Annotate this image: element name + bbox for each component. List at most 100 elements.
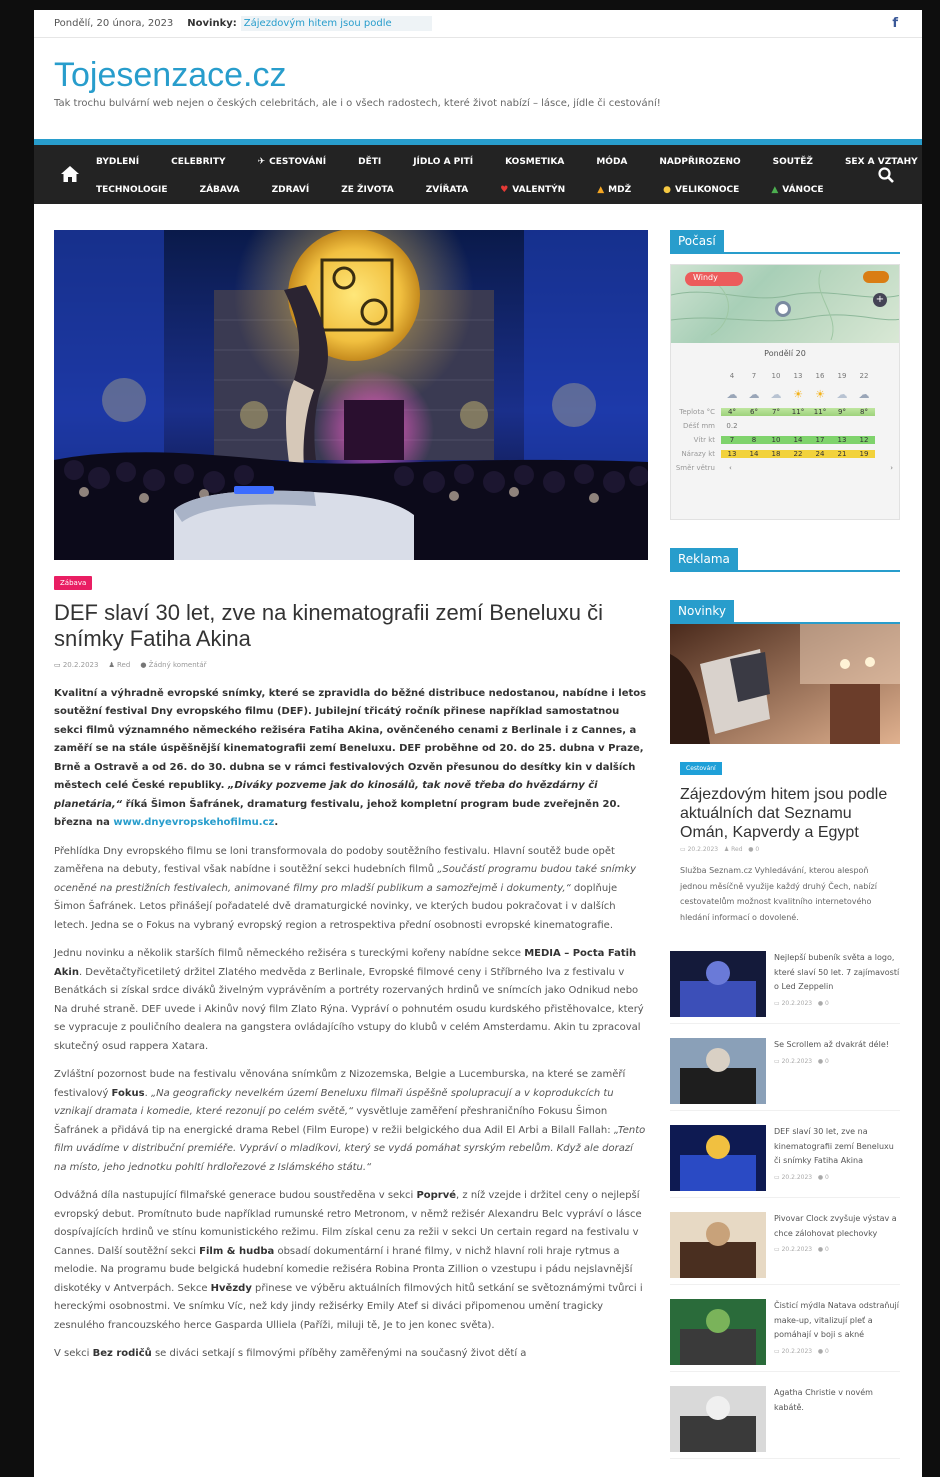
article-lead: Kvalitní a výhradně evropské snímky, kte…	[54, 687, 647, 829]
nav-item-label: ZE ŽIVOTA	[341, 185, 394, 195]
article-comments[interactable]: ● Žádný komentář	[140, 661, 206, 669]
forecast-hour: 19	[837, 372, 847, 380]
sidebar: Počasí Windy + Pondělí 20 4 7 10 13 16 19 22 ☁…	[670, 230, 900, 1473]
nav-item-nadpřirozeno[interactable]: NADPŘIROZENO	[659, 157, 756, 167]
news-item-title[interactable]: Se Scrollem až dvakrát déle!	[774, 1038, 889, 1053]
article-comments-text: Žádný komentář	[148, 660, 207, 669]
windy-logo[interactable]: Windy	[685, 272, 743, 286]
nav-row-primary: BYDLENÍ CELEBRITY ✈ CESTOVÁNÍ DĚTI JÍDLO A PI…	[96, 157, 922, 167]
news-ticker-link[interactable]: Zájezdovým hitem jsou podle	[240, 16, 432, 31]
chevron-left-icon[interactable]: ‹	[721, 464, 740, 472]
nav-item-ze-života[interactable]: ZE ŽIVOTA	[341, 185, 410, 195]
nav-item-label: BYDLENÍ	[96, 157, 140, 167]
news-list-item[interactable]: Nejlepší bubeník světa a logo, které sla…	[670, 951, 900, 1024]
facebook-icon[interactable]: f	[892, 16, 898, 31]
news-item-title[interactable]: Čisticí mýdla Natava odstraňují make-up,…	[774, 1299, 900, 1343]
forecast-label: Teplota	[679, 408, 705, 416]
section-name: Fokus	[111, 1087, 145, 1099]
featured-category-badge[interactable]: Cestování	[680, 762, 722, 775]
news-item-comments: 0	[825, 999, 829, 1007]
news-item-title[interactable]: Agatha Christie v novém kabátě.	[774, 1386, 900, 1415]
nav-item-kosmetika[interactable]: KOSMETIKA	[505, 157, 580, 167]
nav-item-technologie[interactable]: TECHNOLOGIE	[96, 185, 184, 195]
calendar-icon: ▭	[54, 660, 63, 669]
weather-map[interactable]: Windy +	[671, 265, 899, 343]
nav-item-soutěž[interactable]: SOUTĚŽ	[773, 157, 829, 167]
article-meta: ▭ 20.2.2023 ♟ Red ● Žádný komentář	[54, 661, 648, 669]
news-list-item[interactable]: Se Scrollem až dvakrát déle! ▭ 20.2.2023 …	[670, 1038, 900, 1111]
section-name: Film & hudba	[199, 1245, 275, 1257]
news-thumbnail[interactable]	[670, 1299, 766, 1365]
location-pin-icon	[775, 301, 791, 317]
featured-news-meta: ▭ 20.2.2023 ♟ Red ● 0	[680, 846, 760, 853]
cloud-icon: ☁	[836, 387, 848, 401]
nav-item-mdž[interactable]: ▲ MDŽ	[597, 185, 647, 195]
nav-item-zdraví[interactable]: ZDRAVÍ	[272, 185, 326, 195]
nav-item-label: TECHNOLOGIE	[96, 185, 168, 195]
nav-item-label: ZÁBAVA	[199, 185, 240, 195]
news-item-title[interactable]: Pivovar Clock zvyšuje výstav a chce zálo…	[774, 1212, 900, 1241]
featured-news-title[interactable]: Zájezdovým hitem jsou podle aktuálních d…	[680, 785, 890, 842]
article-author[interactable]: ♟ Red	[108, 661, 130, 669]
nav-item-móda[interactable]: MÓDA	[596, 157, 643, 167]
nav-item-zábava[interactable]: ZÁBAVA	[200, 185, 256, 195]
site-title[interactable]: Tojesenzace.cz	[54, 57, 902, 94]
news-thumbnail[interactable]	[670, 1212, 766, 1278]
article-paragraph: Zvláštní pozornost bude na festivalu věn…	[54, 1066, 648, 1177]
nav-item-bydlení[interactable]: BYDLENÍ	[96, 157, 155, 167]
nav-item-děti[interactable]: DĚTI	[358, 157, 397, 167]
weather-widget[interactable]: Windy + Pondělí 20 4 7 10 13 16 19 22 ☁ ☁ ☁ ☀ ☀ ☁ ☁ …	[670, 264, 900, 520]
news-item-title[interactable]: Nejlepší bubeník světa a logo, které sla…	[774, 951, 900, 995]
nav-item-label: VELIKONOCE	[674, 185, 740, 195]
forecast-hour: 7	[751, 372, 757, 380]
nav-item-label: CESTOVÁNÍ	[269, 157, 327, 167]
category-badge[interactable]: Zábava	[54, 576, 93, 590]
article-paragraph: Přehlídka Dny evropského filmu se loni t…	[54, 843, 648, 936]
news-item-text: Se Scrollem až dvakrát déle! ▭ 20.2.2023 …	[766, 1038, 889, 1104]
nav-item-velikonoce[interactable]: ● VELIKONOCE	[663, 185, 755, 195]
nav-item-jídlo-a-pití[interactable]: JÍDLO A PITÍ	[413, 157, 489, 167]
forecast-temp: 6°	[743, 408, 765, 416]
forecast-gust-row: Nárazy kt 13 14 18 22 24 21 19	[671, 447, 901, 461]
news-item-date: 20.2.2023	[781, 1173, 813, 1181]
article-date-text: 20.2.2023	[62, 660, 99, 669]
home-icon[interactable]	[60, 165, 80, 183]
chevron-right-icon[interactable]: ›	[882, 464, 901, 472]
festival-link[interactable]: www.dnyevropskehofilmu.cz	[113, 817, 274, 828]
zoom-in-icon[interactable]: +	[873, 293, 887, 307]
forecast-wind: 12	[853, 436, 875, 444]
nav-item-sex-a-vztahy[interactable]: SEX A VZTAHY	[845, 157, 922, 167]
news-title: Novinky	[670, 600, 734, 624]
nav-item-cestování[interactable]: ✈ CESTOVÁNÍ	[258, 157, 343, 167]
news-thumbnail[interactable]	[670, 951, 766, 1017]
news-list-item[interactable]: Čisticí mýdla Natava odstraňují make-up,…	[670, 1299, 900, 1372]
news-thumbnail[interactable]	[670, 1038, 766, 1104]
nav-icon: ▲	[771, 185, 779, 195]
widget-title-news: Novinky	[670, 600, 900, 624]
nav-item-zvířata[interactable]: ZVÍŘATA	[426, 185, 484, 195]
nav-icon: ✈	[257, 157, 266, 167]
forecast-wind: 7	[721, 436, 743, 444]
forecast-label: Vítr	[693, 436, 706, 444]
featured-author: Red	[731, 846, 743, 853]
news-item-title[interactable]: DEF slaví 30 let, zve na kinematografii …	[774, 1125, 900, 1169]
nav-item-vánoce[interactable]: ▲ VÁNOCE	[771, 185, 839, 195]
search-icon[interactable]	[878, 167, 894, 183]
nav-item-celebrity[interactable]: CELEBRITY	[171, 157, 241, 167]
page: Pondělí, 20 února, 2023 Novinky: Zájezdo…	[34, 10, 922, 1477]
news-item-meta: ▭ 20.2.2023 ● 0	[774, 1246, 829, 1253]
paragraph-text: . Devětačtyřicetiletý držitel Zlatého me…	[54, 966, 644, 1052]
sun-icon: ☀	[815, 387, 825, 401]
news-list-item[interactable]: Agatha Christie v novém kabátě.	[670, 1386, 900, 1459]
featured-news-image[interactable]	[670, 624, 900, 744]
lead-text: Kvalitní a výhradně evropské snímky, kte…	[54, 687, 647, 792]
news-list-item[interactable]: Pivovar Clock zvyšuje výstav a chce zálo…	[670, 1212, 900, 1285]
nav-item-valentýn[interactable]: ♥ VALENTÝN	[500, 185, 581, 195]
news-thumbnail[interactable]	[670, 1125, 766, 1191]
news-thumbnail[interactable]	[670, 1386, 766, 1452]
news-item-text: DEF slaví 30 let, zve na kinematografii …	[766, 1125, 900, 1191]
article-paragraph: Odvážná díla nastupující filmařské gener…	[54, 1187, 648, 1335]
news-list-item[interactable]: DEF slaví 30 let, zve na kinematografii …	[670, 1125, 900, 1198]
article-date[interactable]: ▭ 20.2.2023	[54, 661, 98, 669]
weather-layer-badge[interactable]	[863, 271, 889, 283]
